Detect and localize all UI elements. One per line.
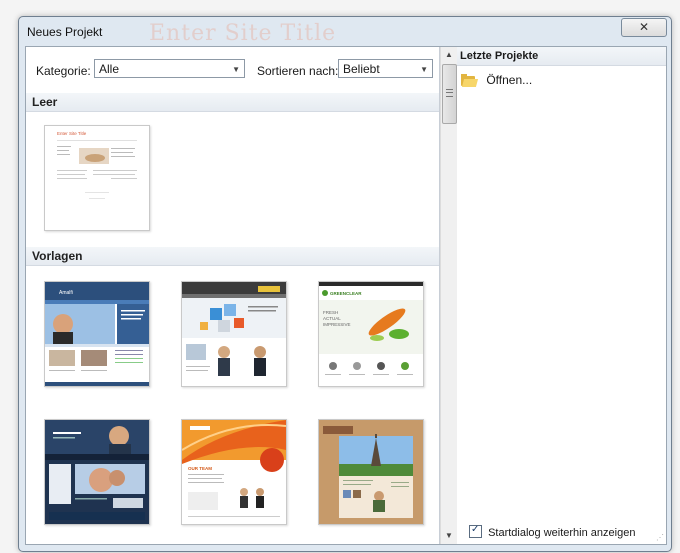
filter-toolbar: Kategorie: Alle ▼ Sortieren nach: Belieb…	[26, 47, 439, 94]
sort-label: Sortieren nach:	[257, 64, 339, 78]
open-project-label: Öffnen...	[486, 73, 533, 87]
startdialog-label: Startdialog weiterhin anzeigen	[488, 527, 636, 539]
category-value: Alle	[99, 62, 120, 76]
template-preview	[45, 420, 149, 524]
recent-projects-header: Letzte Projekte	[457, 47, 666, 66]
category-dropdown[interactable]: Alle ▼	[94, 59, 245, 78]
template-preview: GREENCLEAR FRESH ACTUAL IMPRESSIVE	[319, 282, 423, 386]
sort-value: Beliebt	[343, 62, 380, 76]
greenclear-tagline-3: IMPRESSIVE	[323, 322, 351, 327]
template-thumbnail-paris[interactable]	[318, 419, 424, 525]
recent-projects-pane: Letzte Projekte Öffnen... Startdialog we…	[457, 47, 666, 544]
scrollbar-thumb[interactable]	[442, 64, 457, 124]
template-thumbnail-business-blue[interactable]: Amalfi	[44, 281, 150, 387]
greenclear-tagline-2: ACTUAL	[323, 316, 341, 321]
template-preview: OUR TEAM	[182, 420, 286, 524]
startdialog-checkbox[interactable]	[469, 523, 482, 538]
close-button[interactable]: ✕	[621, 18, 667, 37]
template-preview	[319, 420, 423, 524]
background-site-title: Enter Site Title	[149, 21, 337, 46]
chevron-down-icon: ▼	[232, 65, 240, 74]
template-thumbnail-greenclear[interactable]: GREENCLEAR FRESH ACTUAL IMPRESSIVE	[318, 281, 424, 387]
template-thumbnail-dark-blue[interactable]	[44, 419, 150, 525]
greenclear-tagline-1: FRESH	[323, 310, 338, 315]
chevron-down-icon: ▼	[420, 65, 428, 74]
orange-team-heading: OUR TEAM	[188, 466, 212, 471]
scroll-down-icon[interactable]: ▼	[441, 528, 457, 544]
new-project-dialog: Enter Site Title Neues Projekt ✕ Kategor…	[18, 16, 672, 552]
title-bar[interactable]: Enter Site Title Neues Projekt ✕	[19, 17, 671, 47]
folder-open-icon	[461, 74, 479, 88]
category-label: Kategorie:	[36, 64, 91, 78]
blank-template-thumbnail[interactable]: Enter Site Title	[44, 125, 150, 231]
blank-template-preview: Enter Site Title	[45, 126, 149, 230]
template-preview	[182, 282, 286, 386]
dialog-content: Kategorie: Alle ▼ Sortieren nach: Belieb…	[25, 46, 667, 545]
startdialog-option[interactable]: Startdialog weiterhin anzeigen	[469, 523, 636, 540]
grip-icon	[446, 89, 453, 97]
scroll-up-icon[interactable]: ▲	[441, 47, 457, 63]
dialog-title: Neues Projekt	[27, 25, 103, 39]
greenclear-brand: GREENCLEAR	[330, 291, 362, 296]
svg-text:Amalfi: Amalfi	[59, 290, 73, 296]
blank-template-title: Enter Site Title	[57, 131, 87, 136]
template-thumbnail-cubes[interactable]	[181, 281, 287, 387]
sort-dropdown[interactable]: Beliebt ▼	[338, 59, 433, 78]
section-templates-header: Vorlagen	[26, 247, 439, 266]
template-scrollbar[interactable]: ▲ ▼	[440, 47, 457, 544]
section-empty-header: Leer	[26, 93, 439, 112]
open-project-link[interactable]: Öffnen...	[461, 71, 532, 89]
resize-grip-icon[interactable]: ⋰	[656, 533, 664, 542]
template-pane: Kategorie: Alle ▼ Sortieren nach: Belieb…	[26, 47, 440, 544]
template-preview: Amalfi	[45, 282, 149, 386]
template-thumbnail-orange-team[interactable]: OUR TEAM	[181, 419, 287, 525]
